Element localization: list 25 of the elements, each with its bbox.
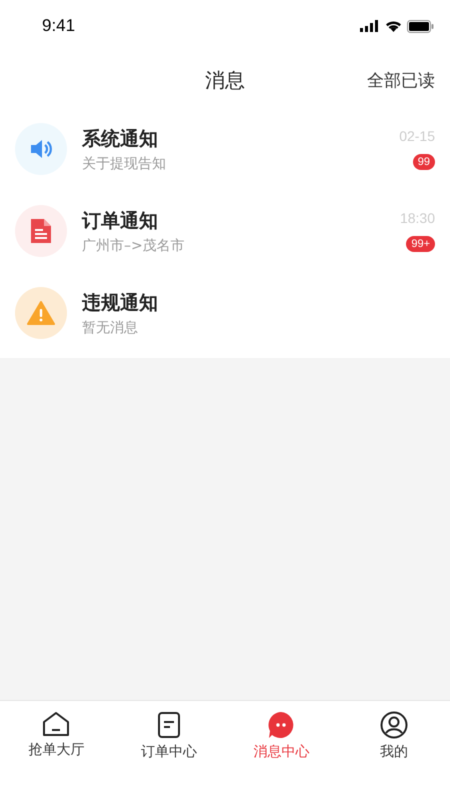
message-preview: 广州市–>茂名市 [82, 236, 185, 254]
tab-item[interactable]: 我的 [338, 701, 450, 761]
battery-icon [407, 20, 434, 32]
unread-count: 99 [412, 154, 435, 170]
tab-item[interactable]: 订单中心 [112, 701, 225, 761]
message-preview: 关于提现告知 [82, 154, 166, 172]
message-item[interactable]: 违规通知 暂无消息 [0, 272, 450, 354]
warning-icon [27, 300, 55, 326]
message-title: 订单通知 [82, 208, 158, 234]
document-icon [156, 711, 181, 739]
status-time: 9:41 [42, 16, 76, 36]
message-title: 违规通知 [82, 290, 158, 316]
tab-item[interactable]: 消息中心 [225, 701, 338, 761]
mark-all-read-button[interactable]: 全部已读 [367, 68, 435, 92]
unread-count: 99+ [406, 236, 435, 252]
profile-icon [380, 711, 408, 739]
signal-icon [360, 20, 380, 32]
message-preview: 暂无消息 [82, 318, 138, 336]
chat-bubble-icon [267, 711, 296, 739]
home-icon [42, 711, 70, 737]
wifi-icon [385, 20, 402, 32]
message-title: 系统通知 [82, 126, 158, 152]
tab-item[interactable]: 抢单大厅 [0, 701, 112, 759]
page-title: 消息 [205, 66, 245, 94]
document-icon [29, 217, 53, 245]
